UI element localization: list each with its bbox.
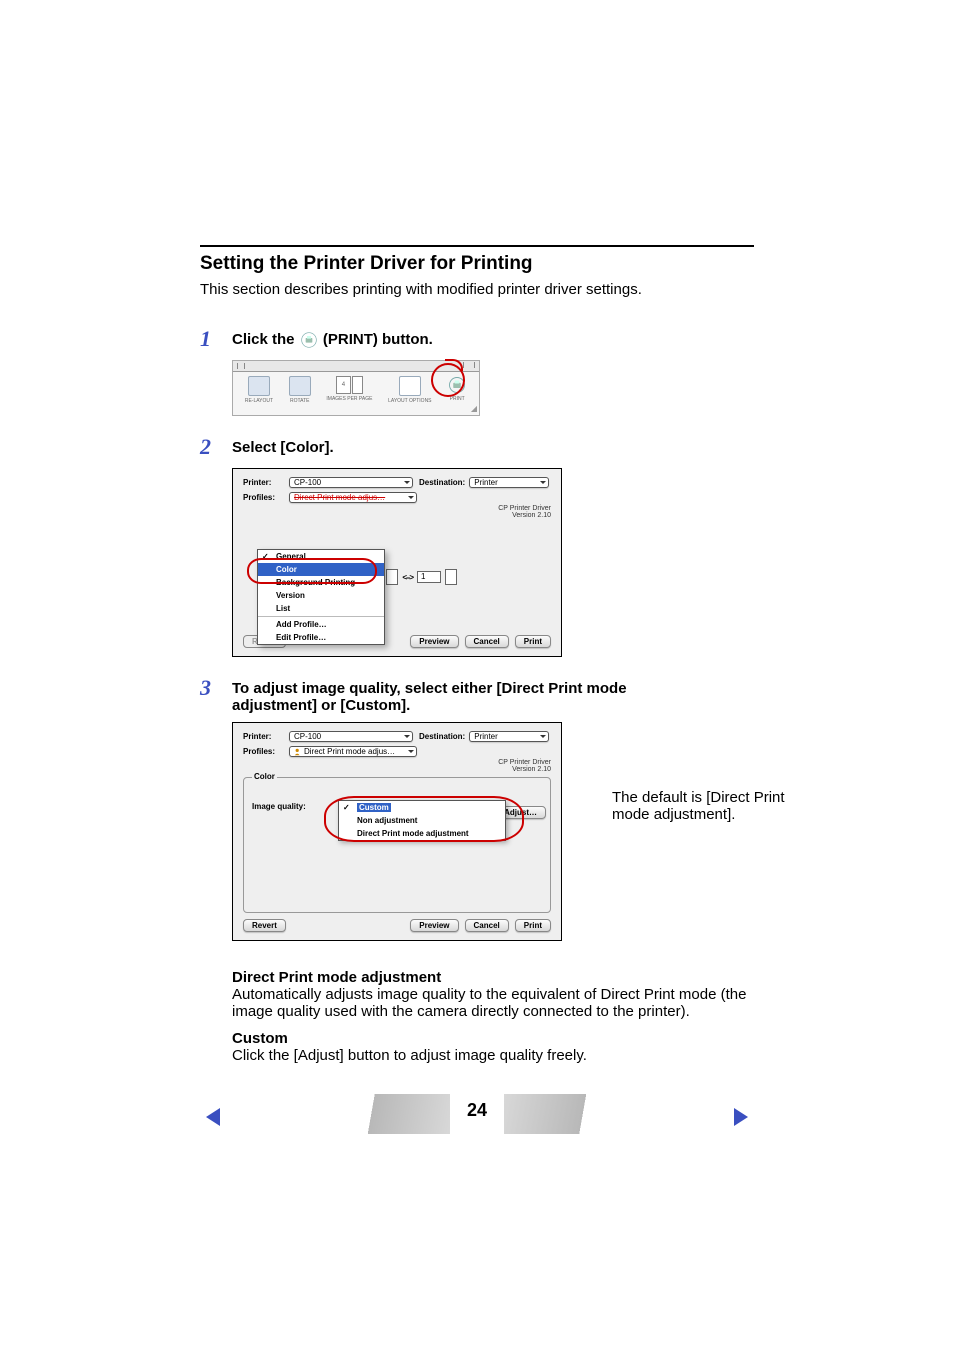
custom-body: Click the [Adjust] button to adjust imag… xyxy=(232,1047,754,1064)
step3-instruction: To adjust image quality, select either [… xyxy=(232,675,662,714)
color-fieldset: Color Image quality: Custom Non adjustme… xyxy=(243,777,551,913)
cancel-button-3[interactable]: Cancel xyxy=(465,919,509,932)
direct-print-body: Automatically adjusts image quality to t… xyxy=(232,986,754,1020)
printer-select-3[interactable]: CP-100 xyxy=(289,731,413,742)
images-per-page-stepper[interactable]: 4 xyxy=(336,376,363,394)
printer-label: Printer: xyxy=(243,478,289,487)
layout-options-label: LAYOUT OPTIONS xyxy=(388,398,431,404)
step1-text-before: Click the xyxy=(232,331,299,348)
step1-instruction: Click the (PRINT) button. xyxy=(232,326,433,348)
toolbar-images-per-page[interactable]: 4 IMAGES PER PAGE xyxy=(326,376,372,404)
copies-value[interactable]: 1 xyxy=(417,571,441,583)
preview-button-3[interactable]: Preview xyxy=(410,919,458,932)
driver-name-3: CP Printer Driver xyxy=(243,759,551,766)
menu-edit-profile[interactable]: Edit Profile… xyxy=(258,631,384,644)
relayout-icon xyxy=(248,376,270,396)
toolbar-drop-icon xyxy=(463,362,475,368)
printer-select[interactable]: CP-100 xyxy=(289,477,413,488)
copies-control: <--> 1 xyxy=(386,569,457,585)
copies-stepper-right[interactable] xyxy=(445,569,457,585)
destination-label-3: Destination: xyxy=(419,732,465,741)
next-page-button[interactable] xyxy=(734,1108,748,1126)
copies-arrow-icon: <--> xyxy=(402,573,413,582)
step-number-1: 1 xyxy=(200,326,232,352)
menu-list[interactable]: List xyxy=(258,602,384,615)
direct-print-heading: Direct Print mode adjustment xyxy=(232,969,754,986)
profile-user-icon xyxy=(294,748,302,756)
arrow-right-icon xyxy=(734,1108,748,1126)
custom-heading: Custom xyxy=(232,1030,754,1047)
rotate-label: ROTATE xyxy=(290,398,310,404)
stepper-icon[interactable] xyxy=(352,376,363,394)
driver-version-3: Version 2.10 xyxy=(243,766,551,773)
toolbar-layout-options[interactable]: LAYOUT OPTIONS xyxy=(388,376,431,404)
step2-instruction: Select [Color]. xyxy=(232,434,334,456)
prev-page-button[interactable] xyxy=(206,1108,220,1126)
profiles-value-3: Direct Print mode adjus… xyxy=(304,747,395,756)
images-per-page-label: IMAGES PER PAGE xyxy=(326,396,372,402)
menu-version[interactable]: Version xyxy=(258,589,384,602)
destination-select[interactable]: Printer xyxy=(469,477,549,488)
profiles-select-3[interactable]: Direct Print mode adjus… xyxy=(289,746,417,757)
driver-info-3: CP Printer Driver Version 2.10 xyxy=(243,759,551,773)
profiles-value: Direct Print mode adjus… xyxy=(294,493,385,502)
menu-add-profile[interactable]: Add Profile… xyxy=(258,618,384,631)
resize-grip-icon: ◢ xyxy=(471,404,477,413)
print-icon xyxy=(301,332,317,348)
print-dialog-step3: Printer: CP-100 Destination: Printer Pro… xyxy=(232,722,562,941)
profiles-label: Profiles: xyxy=(243,493,289,502)
layout-options-icon xyxy=(399,376,421,396)
images-per-page-value: 4 xyxy=(336,376,351,394)
highlight-oval-print xyxy=(431,363,465,397)
cancel-button[interactable]: Cancel xyxy=(465,635,509,648)
revert-button-3[interactable]: Revert xyxy=(243,919,286,932)
menu-separator xyxy=(258,616,384,617)
print-dialog-step2: Printer: CP-100 Destination: Printer Pro… xyxy=(232,468,562,657)
driver-name: CP Printer Driver xyxy=(243,505,551,512)
step-number-3: 3 xyxy=(200,675,232,701)
relayout-label: RE-LAYOUT xyxy=(245,398,273,404)
highlight-oval-image-quality xyxy=(324,796,524,842)
driver-version: Version 2.10 xyxy=(243,512,551,519)
preview-button[interactable]: Preview xyxy=(410,635,458,648)
step3-annotation: The default is [Direct Print mode adjust… xyxy=(612,789,792,823)
image-quality-label: Image quality: xyxy=(252,802,306,811)
page-number: 24 xyxy=(467,1100,487,1121)
profiles-label-3: Profiles: xyxy=(243,747,289,756)
rotate-icon xyxy=(289,376,311,396)
print-button[interactable]: Print xyxy=(515,635,551,648)
profiles-select[interactable]: Direct Print mode adjus… xyxy=(289,492,417,503)
destination-label: Destination: xyxy=(419,478,465,487)
arrow-left-icon xyxy=(206,1108,220,1126)
print-button-3[interactable]: Print xyxy=(515,919,551,932)
driver-info: CP Printer Driver Version 2.10 xyxy=(243,505,551,519)
section-description: This section describes printing with mod… xyxy=(200,281,754,298)
step-number-2: 2 xyxy=(200,434,232,460)
section-title: Setting the Printer Driver for Printing xyxy=(200,253,754,275)
toolbar-relayout[interactable]: RE-LAYOUT xyxy=(245,376,273,404)
window-grip-icon xyxy=(237,363,245,369)
print-label: PRINT xyxy=(450,396,465,402)
copies-stepper-left[interactable] xyxy=(386,569,398,585)
toolbar-rotate[interactable]: ROTATE xyxy=(289,376,311,404)
printer-label-3: Printer: xyxy=(243,732,289,741)
color-fieldset-label: Color xyxy=(252,772,277,781)
destination-select-3[interactable]: Printer xyxy=(469,731,549,742)
highlight-oval-color xyxy=(247,558,377,584)
step1-text-after: (PRINT) button. xyxy=(323,331,433,348)
toolbar-screenshot: RE-LAYOUT ROTATE 4 IMAGES PER PAGE LAYOU… xyxy=(232,360,480,416)
